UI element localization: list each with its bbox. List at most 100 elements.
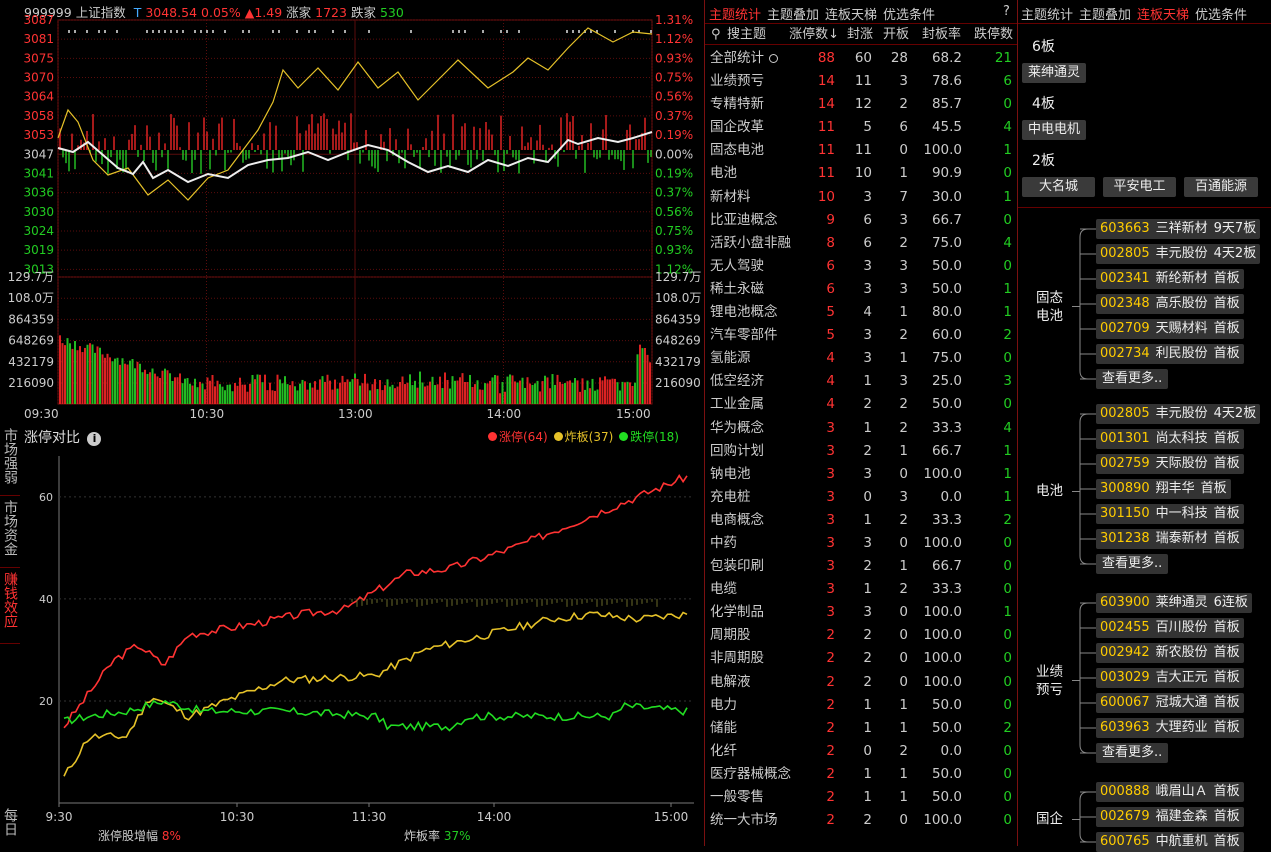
view-more-button[interactable]: 查看更多.. — [1096, 369, 1169, 389]
rtab-ladder[interactable]: 连板天梯 — [1137, 8, 1189, 23]
group-name[interactable]: 电池 — [1036, 482, 1066, 500]
stock-chip[interactable]: 603900 莱绅通灵 6连板 — [1096, 593, 1252, 613]
ladder-stock-2-2[interactable]: 百通能源 — [1184, 177, 1258, 197]
stock-chip[interactable]: 003029 吉大正元 首板 — [1096, 668, 1244, 688]
ladder-stock-4-0[interactable]: 中电电机 — [1022, 120, 1087, 140]
table-row[interactable]: 比亚迪概念 9 6 3 66.7 0 — [705, 209, 1017, 232]
tab-filter[interactable]: 优选条件 — [883, 8, 935, 23]
stock-chip[interactable]: 002455 百川股份 首板 — [1096, 618, 1244, 638]
stock-chip[interactable]: 603663 三祥新材 9天7板 — [1096, 219, 1261, 239]
group-name[interactable]: 固态 电池 — [1036, 289, 1066, 325]
table-row[interactable]: 化纤 2 0 2 0.0 0 — [705, 740, 1017, 763]
table-row[interactable]: 华为概念 3 1 2 33.3 4 — [705, 417, 1017, 440]
table-row[interactable]: 非周期股 2 2 0 100.0 0 — [705, 647, 1017, 670]
rtab-theme-overlay[interactable]: 主题叠加 — [1079, 8, 1131, 23]
group-name[interactable]: 国企 — [1036, 810, 1066, 828]
table-row[interactable]: 工业金属 4 2 2 50.0 0 — [705, 393, 1017, 416]
stock-chip[interactable]: 301150 中一科技 首板 — [1096, 504, 1244, 524]
stock-chip[interactable]: 600067 冠城大通 首板 — [1096, 693, 1244, 713]
table-row[interactable]: 锂电池概念 5 4 1 80.0 1 — [705, 301, 1017, 324]
stock-chip[interactable]: 002805 丰元股份 4天2板 — [1096, 244, 1261, 264]
table-row[interactable]: 电池 11 10 1 90.9 0 — [705, 162, 1017, 185]
cell-5: 0 — [1003, 396, 1012, 413]
legend-item[interactable]: 涨停(64) — [488, 430, 548, 444]
table-row[interactable]: 一般零售 2 1 1 50.0 0 — [705, 786, 1017, 809]
table-row[interactable]: 钠电池 3 3 0 100.0 1 — [705, 463, 1017, 486]
cell-0: 汽车零部件 — [710, 327, 778, 344]
tab-ladder[interactable]: 连板天梯 — [825, 8, 877, 23]
cell-5: 0 — [1003, 650, 1012, 667]
table-row[interactable]: 汽车零部件 5 3 2 60.0 2 — [705, 324, 1017, 347]
table-row[interactable]: 新材料 10 3 7 30.0 1 — [705, 186, 1017, 209]
circle-icon[interactable] — [769, 54, 778, 63]
stock-chip[interactable]: 300890 翔丰华 首板 — [1096, 479, 1231, 499]
table-row[interactable]: 化学制品 3 3 0 100.0 1 — [705, 601, 1017, 624]
stock-chip[interactable]: 002679 福建金森 首板 — [1096, 807, 1244, 827]
stock-name: 新纶新材 — [1155, 271, 1208, 286]
table-row[interactable]: 电解液 2 2 0 100.0 0 — [705, 671, 1017, 694]
search-icon[interactable]: ⚲ — [711, 24, 721, 45]
side-tab-profit[interactable]: 赚钱效应 — [0, 572, 20, 644]
header-limit-down[interactable]: 跌停数 — [963, 24, 1013, 45]
tab-theme-overlay[interactable]: 主题叠加 — [767, 8, 819, 23]
side-tab-daily[interactable]: 每日 — [0, 808, 20, 846]
help-button[interactable]: ? — [1003, 4, 1010, 19]
stock-chip[interactable]: 002709 天赐材料 首板 — [1096, 319, 1244, 339]
table-row[interactable]: 医疗器械概念 2 1 1 50.0 0 — [705, 763, 1017, 786]
compare-chart[interactable]: 60 40 20 9:30 10:30 11:30 14:00 15:00 — [22, 446, 705, 846]
stock-chip[interactable]: 002805 丰元股份 4天2板 — [1096, 404, 1261, 424]
header-sealed[interactable]: 封涨 — [839, 24, 873, 45]
table-row-total[interactable]: 全部统计 88 60 28 68.2 21 — [705, 47, 1017, 70]
rtab-filter[interactable]: 优选条件 — [1195, 8, 1247, 23]
side-tab-funds[interactable]: 市场资金 — [0, 500, 20, 568]
rtab-theme-stats[interactable]: 主题统计 — [1021, 8, 1073, 23]
stock-chip[interactable]: 002341 新纶新材 首板 — [1096, 269, 1244, 289]
ladder-stock-2-1[interactable]: 平安电工 — [1103, 177, 1176, 197]
table-row[interactable]: 统一大市场 2 2 0 100.0 0 — [705, 809, 1017, 832]
table-row[interactable]: 包装印刷 3 2 1 66.7 0 — [705, 555, 1017, 578]
header-limit-up[interactable]: 涨停数↓ — [785, 24, 839, 45]
stock-chip[interactable]: 000888 峨眉山Ａ 首板 — [1096, 782, 1244, 802]
header-seal-rate[interactable]: 封板率 — [911, 24, 961, 45]
tab-theme-stats[interactable]: 主题统计 — [709, 8, 761, 23]
table-row[interactable]: 低空经济 4 1 3 25.0 3 — [705, 370, 1017, 393]
table-row[interactable]: 氢能源 4 3 1 75.0 0 — [705, 347, 1017, 370]
legend-item[interactable]: 炸板(37) — [553, 430, 613, 444]
stock-chip[interactable]: 600765 中航重机 首板 — [1096, 832, 1244, 852]
table-row[interactable]: 电力 2 1 1 50.0 0 — [705, 694, 1017, 717]
stock-chip[interactable]: 002759 天际股份 首板 — [1096, 454, 1244, 474]
search-theme-input[interactable]: 搜主题 — [727, 24, 766, 45]
view-more-button[interactable]: 查看更多.. — [1096, 743, 1169, 763]
table-row[interactable]: 无人驾驶 6 3 3 50.0 0 — [705, 255, 1017, 278]
cell-2: 12 — [854, 96, 872, 113]
table-row[interactable]: 电缆 3 1 2 33.3 0 — [705, 578, 1017, 601]
stock-chip[interactable]: 002734 利民股份 首板 — [1096, 344, 1244, 364]
table-row[interactable]: 固态电池 11 11 0 100.0 1 — [705, 139, 1017, 162]
intraday-chart[interactable]: 3087 1.31% 3081 1.12% 3075 0.93% 3070 0.75% 3064… — [0, 0, 705, 424]
table-row[interactable]: 周期股 2 2 0 100.0 0 — [705, 624, 1017, 647]
table-row[interactable]: 回购计划 3 2 1 66.7 1 — [705, 440, 1017, 463]
table-row[interactable]: 充电桩 3 0 3 0.0 1 — [705, 486, 1017, 509]
table-row[interactable]: 国企改革 11 5 6 45.5 4 — [705, 116, 1017, 139]
view-more-button[interactable]: 查看更多.. — [1096, 554, 1169, 574]
table-row[interactable]: 业绩预亏 14 11 3 78.6 6 — [705, 70, 1017, 93]
stock-chip[interactable]: 001301 尚太科技 首板 — [1096, 429, 1244, 449]
ladder-stock-2-0[interactable]: 大名城 — [1022, 177, 1095, 197]
table-row[interactable]: 活跃小盘非融 8 6 2 75.0 4 — [705, 232, 1017, 255]
side-tab-strength[interactable]: 市场强弱 — [0, 428, 20, 496]
stock-chip[interactable]: 603963 大理药业 首板 — [1096, 718, 1244, 738]
stock-chip[interactable]: 002348 高乐股份 首板 — [1096, 294, 1244, 314]
header-opened[interactable]: 开板 — [875, 24, 909, 45]
table-row[interactable]: 专精特新 14 12 2 85.7 0 — [705, 93, 1017, 116]
right-tabs: 主题统计 主题叠加 连板天梯 优选条件 — [1021, 4, 1253, 23]
stock-chip[interactable]: 301238 瑞泰新材 首板 — [1096, 529, 1244, 549]
table-row[interactable]: 电商概念 3 1 2 33.3 2 — [705, 509, 1017, 532]
table-row[interactable]: 储能 2 1 1 50.0 2 — [705, 717, 1017, 740]
table-row[interactable]: 中药 3 3 0 100.0 0 — [705, 532, 1017, 555]
ladder-stock-6-0[interactable]: 莱绅通灵 — [1022, 63, 1087, 83]
legend-item[interactable]: 跌停(18) — [619, 430, 679, 444]
info-icon[interactable]: i — [87, 432, 102, 446]
stock-chip[interactable]: 002942 新农股份 首板 — [1096, 643, 1244, 663]
table-row[interactable]: 稀土永磁 6 3 3 50.0 1 — [705, 278, 1017, 301]
group-name[interactable]: 业绩 预亏 — [1036, 663, 1066, 699]
